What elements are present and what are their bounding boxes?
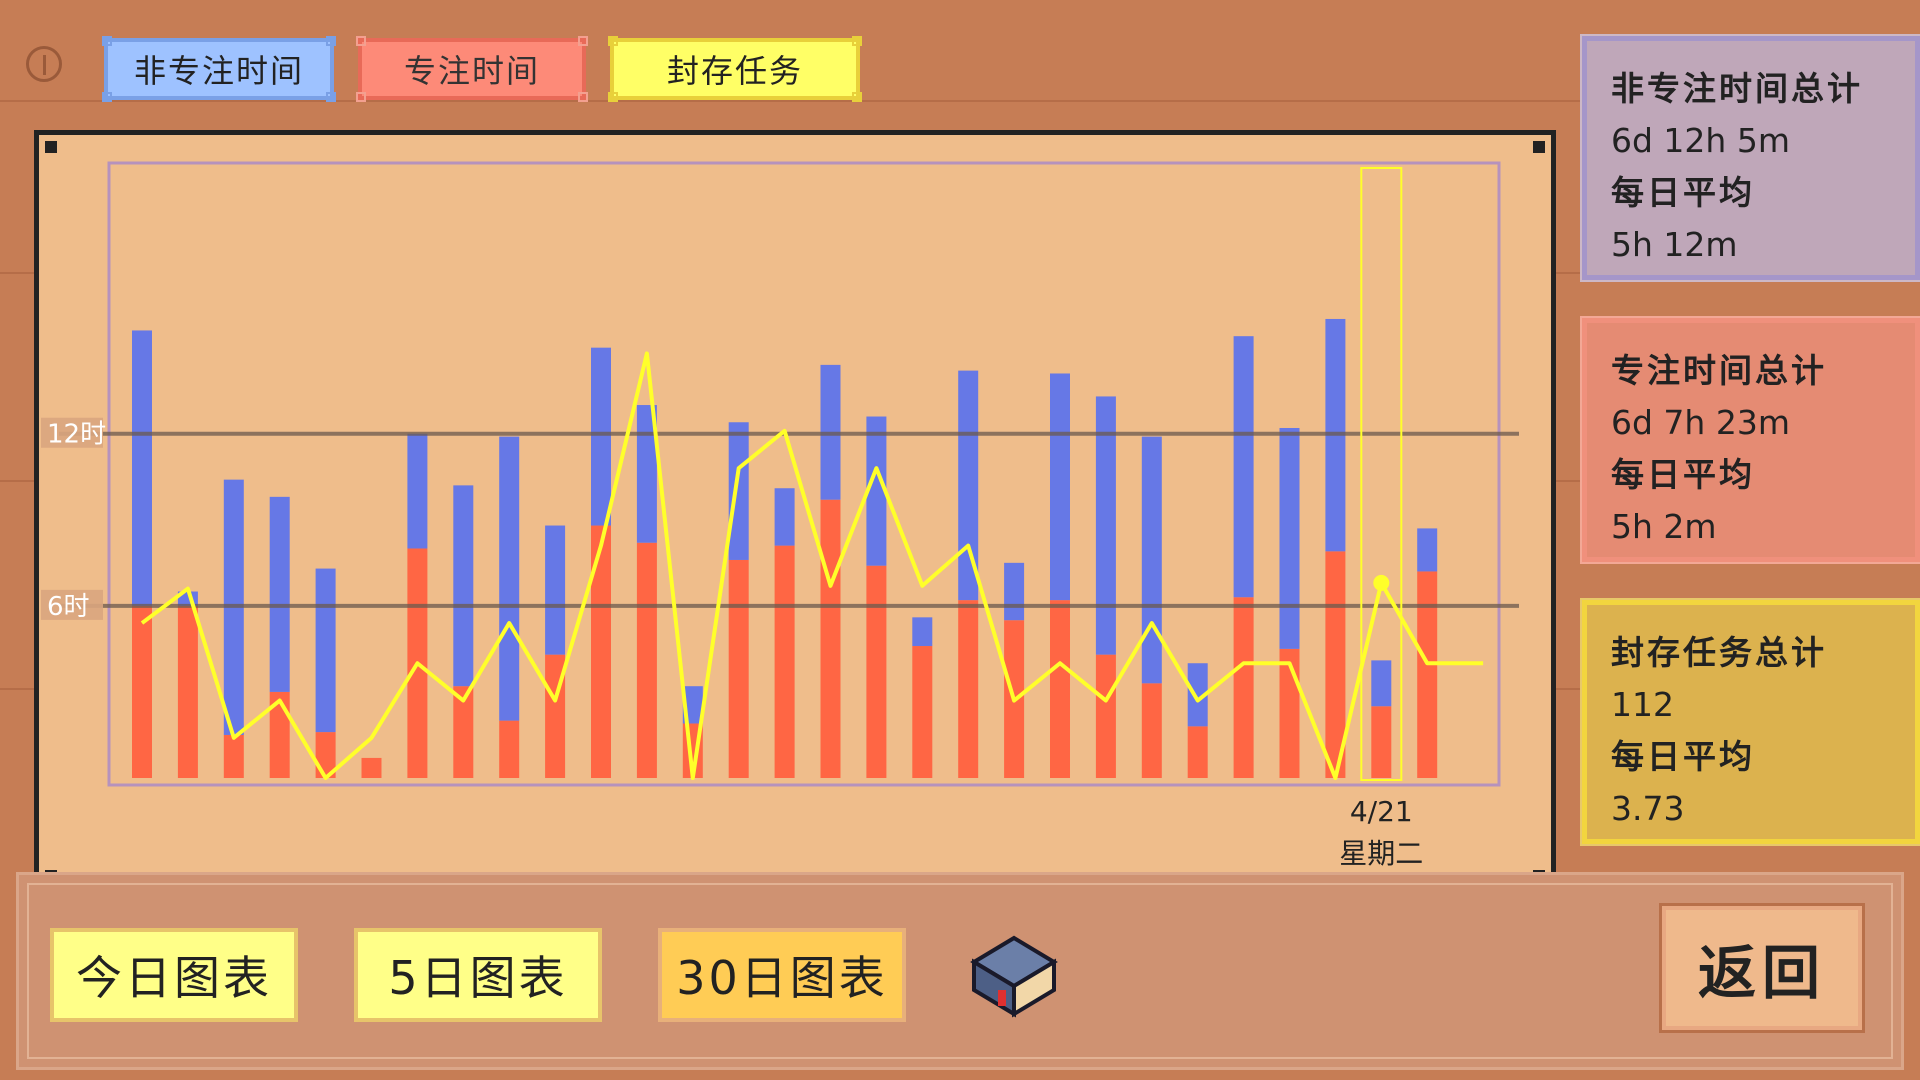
stat-non-focus-avg-label: 每日平均 bbox=[1611, 173, 1755, 212]
stat-non-focus-total: 6d 12h 5m bbox=[1611, 121, 1790, 160]
bar-non-focus bbox=[912, 617, 933, 647]
five-day-chart-button[interactable]: 5日图表 bbox=[354, 928, 602, 1022]
bar-focus bbox=[958, 600, 979, 778]
bar-focus bbox=[866, 565, 887, 778]
thirty-day-chart-label: 30日图表 bbox=[676, 951, 888, 1005]
bar-focus bbox=[1417, 571, 1438, 778]
bar-non-focus bbox=[453, 485, 474, 687]
bar-focus bbox=[1371, 706, 1392, 778]
bar-non-focus bbox=[1050, 373, 1070, 601]
stat-card-non-focus: 非专注时间总计 6d 12h 5m 每日平均 5h 12m bbox=[1580, 34, 1920, 282]
bar-focus bbox=[177, 605, 198, 778]
bar-non-focus bbox=[1141, 436, 1162, 684]
stat-archived-avg: 3.73 bbox=[1611, 789, 1685, 828]
bar-focus bbox=[132, 605, 152, 778]
stat-focus-title: 专注时间总计 bbox=[1611, 351, 1827, 390]
bar-focus bbox=[774, 545, 795, 778]
gridline-label: 6时 bbox=[47, 592, 90, 622]
legend-archived-label: 封存任务 bbox=[666, 52, 803, 90]
bar-non-focus bbox=[591, 347, 611, 526]
bar-focus bbox=[1141, 683, 1162, 778]
stat-card-focus: 专注时间总计 6d 7h 23m 每日平均 5h 2m bbox=[1580, 316, 1920, 564]
legend-focus-button[interactable]: 专注时间 bbox=[356, 36, 588, 102]
chart[interactable]: 6时 12时 4/21 星期二 bbox=[39, 135, 1551, 888]
bar-non-focus bbox=[774, 488, 795, 546]
thirty-day-chart-button[interactable]: 30日图表 bbox=[658, 928, 906, 1022]
bar-non-focus bbox=[1233, 336, 1254, 598]
stat-focus-avg-label: 每日平均 bbox=[1611, 455, 1755, 494]
bar-focus bbox=[820, 499, 841, 778]
stat-focus-total: 6d 7h 23m bbox=[1611, 403, 1790, 442]
selected-point bbox=[1373, 574, 1390, 591]
bar-non-focus bbox=[269, 496, 290, 692]
stat-focus-avg: 5h 2m bbox=[1611, 507, 1717, 546]
bar-focus bbox=[499, 720, 520, 778]
gridline-label: 12时 bbox=[47, 420, 106, 450]
bar-focus bbox=[1187, 726, 1208, 778]
bar-focus bbox=[223, 734, 244, 778]
back-button[interactable]: 返回 bbox=[1659, 903, 1865, 1033]
bar-non-focus bbox=[1417, 528, 1438, 572]
bar-focus bbox=[1095, 654, 1116, 778]
back-button-label: 返回 bbox=[1697, 939, 1826, 1007]
chart-panel: 6时 12时 4/21 星期二 bbox=[34, 130, 1556, 893]
info-icon[interactable] bbox=[26, 46, 62, 82]
stat-non-focus-title: 非专注时间总计 bbox=[1611, 69, 1863, 108]
selected-weekday: 星期二 bbox=[1339, 837, 1423, 870]
selected-date: 4/21 bbox=[1350, 795, 1413, 828]
bar-non-focus bbox=[1004, 562, 1025, 621]
bar-non-focus bbox=[728, 422, 749, 560]
bar-non-focus bbox=[499, 436, 520, 721]
stat-non-focus-avg: 5h 12m bbox=[1611, 225, 1738, 264]
bar-focus bbox=[1233, 597, 1254, 778]
bar-non-focus bbox=[545, 525, 566, 655]
book-icon[interactable] bbox=[958, 930, 1062, 1026]
stat-archived-avg-label: 每日平均 bbox=[1611, 737, 1755, 776]
today-chart-button[interactable]: 今日图表 bbox=[50, 928, 298, 1022]
bar-focus bbox=[1050, 600, 1070, 778]
bar-non-focus bbox=[407, 433, 428, 549]
bar-non-focus bbox=[1371, 660, 1392, 707]
today-chart-label: 今日图表 bbox=[76, 951, 272, 1005]
bar-non-focus bbox=[1279, 427, 1300, 649]
legend-non-focus-button[interactable]: 非专注时间 bbox=[102, 36, 336, 102]
bar-focus bbox=[912, 646, 933, 778]
five-day-chart-label: 5日图表 bbox=[388, 951, 568, 1005]
legend-non-focus-label: 非专注时间 bbox=[133, 52, 304, 90]
legend-focus-label: 专注时间 bbox=[403, 52, 540, 90]
legend-archived-button[interactable]: 封存任务 bbox=[608, 36, 862, 102]
stat-archived-title: 封存任务总计 bbox=[1611, 633, 1827, 672]
stat-archived-total: 112 bbox=[1611, 685, 1674, 724]
bar-non-focus bbox=[132, 330, 152, 606]
bar-focus bbox=[728, 559, 749, 778]
bar-focus bbox=[361, 757, 382, 778]
bar-focus bbox=[636, 542, 657, 778]
bar-non-focus bbox=[315, 568, 336, 733]
stat-card-archived: 封存任务总计 112 每日平均 3.73 bbox=[1580, 598, 1920, 846]
